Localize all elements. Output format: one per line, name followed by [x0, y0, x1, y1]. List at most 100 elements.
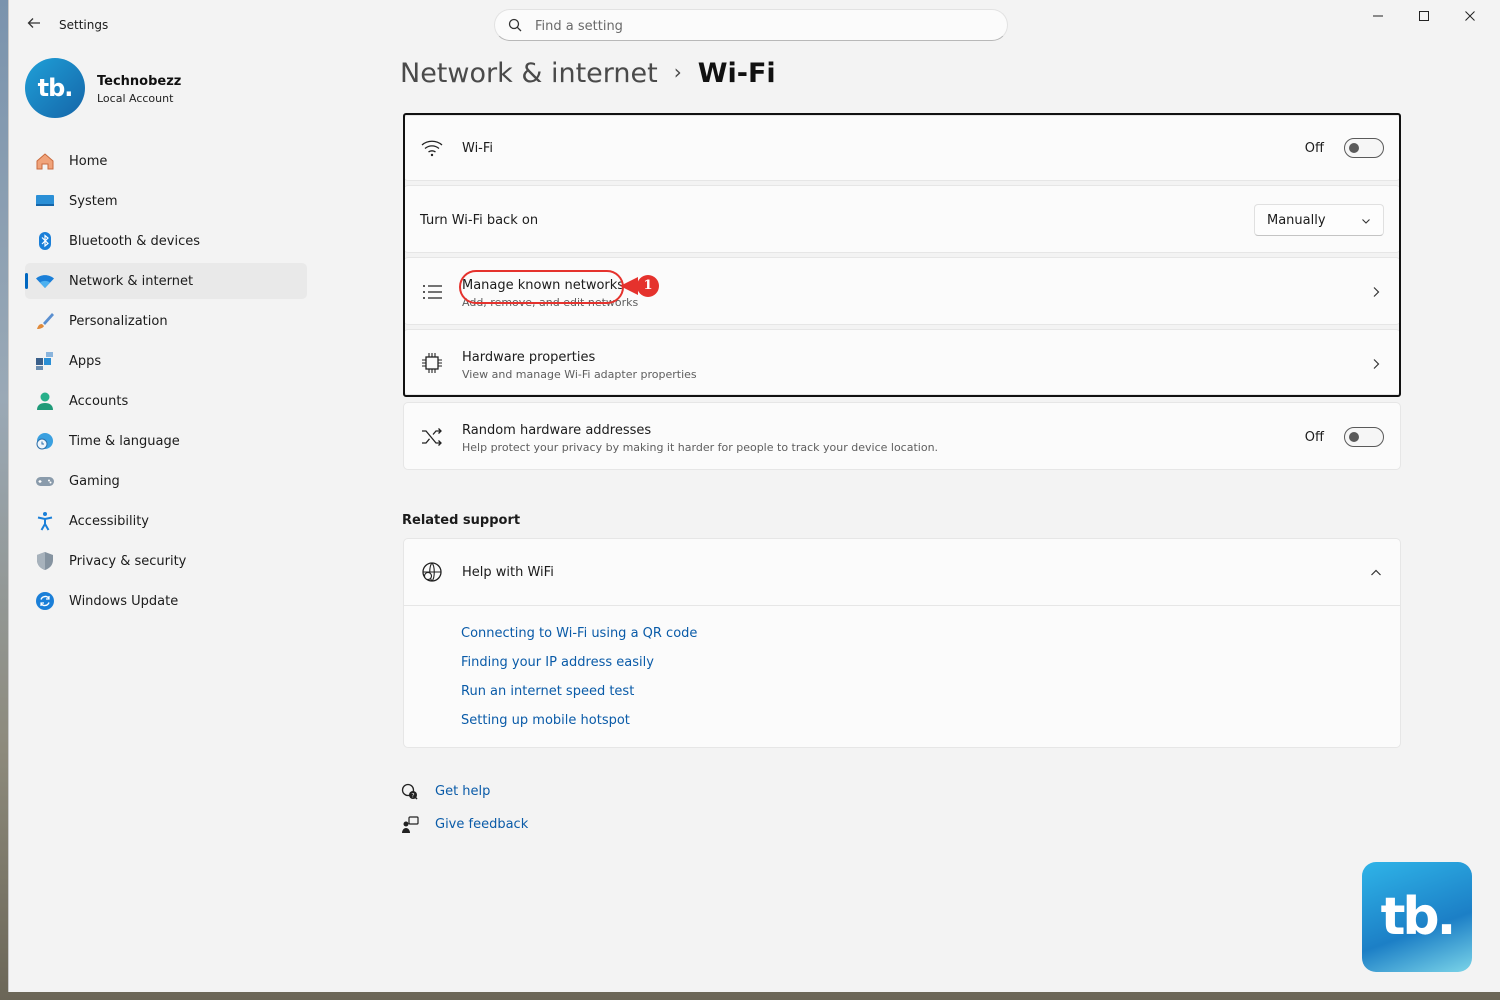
sidebar-item-apps[interactable]: Apps: [25, 343, 307, 379]
feedback-icon: [402, 816, 419, 833]
minimize-icon: [1373, 15, 1383, 17]
help-link-ip-address[interactable]: Finding your IP address easily: [461, 655, 654, 670]
title-bar: Settings: [9, 0, 1500, 50]
search-icon: [508, 18, 522, 32]
chevron-up-icon: [1371, 569, 1381, 576]
system-icon: [36, 195, 54, 206]
sidebar-item-privacy[interactable]: Privacy & security: [25, 543, 307, 579]
random-hardware-state-label: Off: [1304, 430, 1324, 445]
sidebar-item-personalization[interactable]: Personalization: [25, 303, 307, 339]
close-button[interactable]: [1447, 6, 1493, 30]
globe-help-icon: [422, 562, 442, 582]
maximize-icon: [1419, 11, 1429, 21]
chevron-right-icon: [1373, 287, 1380, 297]
sidebar-item-accounts[interactable]: Accounts: [25, 383, 307, 419]
avatar: tb.: [25, 58, 85, 118]
sidebar-nav: Home System Bluetooth & devices Network …: [25, 143, 307, 623]
apps-icon: [36, 352, 53, 370]
svg-text:?: ?: [411, 793, 414, 800]
annotation-arrow: [620, 277, 638, 295]
sidebar-item-label: Accounts: [69, 394, 129, 409]
sidebar-item-label: System: [69, 194, 118, 209]
get-help-icon: ?: [401, 783, 418, 800]
home-icon: [36, 153, 54, 170]
breadcrumb-separator: ›: [673, 60, 682, 84]
turn-wifi-back-on-dropdown[interactable]: Manually: [1254, 204, 1384, 236]
chevron-down-icon: [1362, 219, 1370, 224]
gamepad-icon: [36, 477, 54, 486]
bluetooth-icon: [39, 232, 51, 250]
sidebar-item-gaming[interactable]: Gaming: [25, 463, 307, 499]
wifi-state-label: Off: [1304, 141, 1324, 156]
random-hardware-toggle[interactable]: [1344, 427, 1384, 447]
manage-known-networks-row[interactable]: Manage known networks Add, remove, and e…: [403, 257, 1401, 325]
wifi-toggle-row[interactable]: Wi-Fi Off: [403, 115, 1401, 181]
sidebar-item-label: Apps: [69, 354, 102, 369]
wifi-icon: [421, 140, 443, 157]
related-support-heading: Related support: [402, 513, 521, 528]
wifi-icon: [36, 275, 54, 288]
sidebar-item-label: Privacy & security: [69, 554, 187, 569]
random-hardware-addresses-title: Random hardware addresses: [462, 423, 652, 438]
breadcrumb-parent[interactable]: Network & internet: [400, 58, 658, 89]
back-button[interactable]: [23, 14, 45, 36]
chip-icon: [422, 353, 442, 373]
help-with-wifi-header[interactable]: Help with WiFi: [404, 539, 1400, 606]
annotation-highlight: [459, 270, 624, 304]
sidebar-item-network[interactable]: Network & internet: [25, 263, 307, 299]
sidebar-item-bluetooth[interactable]: Bluetooth & devices: [25, 223, 307, 259]
random-hardware-addresses-subtitle: Help protect your privacy by making it h…: [462, 441, 939, 454]
shuffle-icon: [422, 428, 442, 446]
sidebar-item-system[interactable]: System: [25, 183, 307, 219]
update-icon: [36, 592, 54, 610]
shield-icon: [37, 552, 53, 570]
give-feedback-link[interactable]: Give feedback: [435, 817, 528, 832]
sidebar-item-label: Network & internet: [69, 274, 194, 289]
breadcrumb: Network & internet › Wi-Fi: [400, 58, 776, 89]
wifi-title: Wi-Fi: [462, 141, 494, 156]
sidebar-item-label: Home: [69, 154, 108, 169]
sidebar-item-label: Accessibility: [69, 514, 149, 529]
random-hardware-addresses-row[interactable]: Random hardware addresses Help protect y…: [403, 402, 1401, 470]
sidebar-item-label: Personalization: [69, 314, 168, 329]
turn-wifi-back-on-title: Turn Wi-Fi back on: [420, 213, 539, 228]
profile-name: Technobezz: [97, 74, 182, 89]
turn-wifi-back-on-row: Turn Wi-Fi back on Manually: [403, 185, 1401, 253]
sidebar-item-label: Time & language: [69, 434, 180, 449]
sidebar-item-windows-update[interactable]: Windows Update: [25, 583, 307, 619]
annotation-badge: 1: [637, 275, 659, 297]
help-link-mobile-hotspot[interactable]: Setting up mobile hotspot: [461, 713, 630, 728]
sidebar-item-label: Gaming: [69, 474, 120, 489]
hardware-properties-row[interactable]: Hardware properties View and manage Wi-F…: [403, 329, 1401, 395]
minimize-button[interactable]: [1355, 6, 1401, 30]
sidebar-item-label: Bluetooth & devices: [69, 234, 200, 249]
sidebar-item-label: Windows Update: [69, 594, 179, 609]
help-link-speed-test[interactable]: Run an internet speed test: [461, 684, 634, 699]
sidebar-item-time-language[interactable]: Time & language: [25, 423, 307, 459]
profile-account-type: Local Account: [97, 92, 174, 105]
sidebar-item-accessibility[interactable]: Accessibility: [25, 503, 307, 539]
search-input[interactable]: [535, 16, 975, 36]
maximize-button[interactable]: [1401, 6, 1447, 30]
sidebar-item-home[interactable]: Home: [25, 143, 307, 179]
app-title: Settings: [59, 18, 109, 32]
search-box[interactable]: [494, 9, 1008, 41]
help-link-qr-code[interactable]: Connecting to Wi-Fi using a QR code: [461, 626, 697, 641]
accessibility-icon: [37, 512, 53, 531]
wifi-toggle[interactable]: [1344, 138, 1384, 158]
page-title: Wi-Fi: [697, 58, 776, 89]
back-arrow-icon: [27, 18, 40, 28]
brush-icon: [37, 313, 54, 329]
list-icon: [423, 285, 442, 299]
chevron-right-icon: [1373, 359, 1380, 369]
close-icon: [1465, 11, 1475, 21]
dropdown-selected-value: Manually: [1267, 213, 1326, 228]
brand-logo: tb.: [1362, 862, 1472, 972]
hardware-properties-title: Hardware properties: [462, 350, 596, 365]
globe-clock-icon: [36, 433, 53, 450]
help-with-wifi-title: Help with WiFi: [462, 565, 554, 580]
account-icon: [37, 392, 53, 410]
get-help-link[interactable]: Get help: [435, 784, 490, 799]
settings-window: Settings tb. Technobezz Local Account Ho…: [8, 0, 1500, 992]
hardware-properties-subtitle: View and manage Wi-Fi adapter properties: [462, 368, 697, 381]
